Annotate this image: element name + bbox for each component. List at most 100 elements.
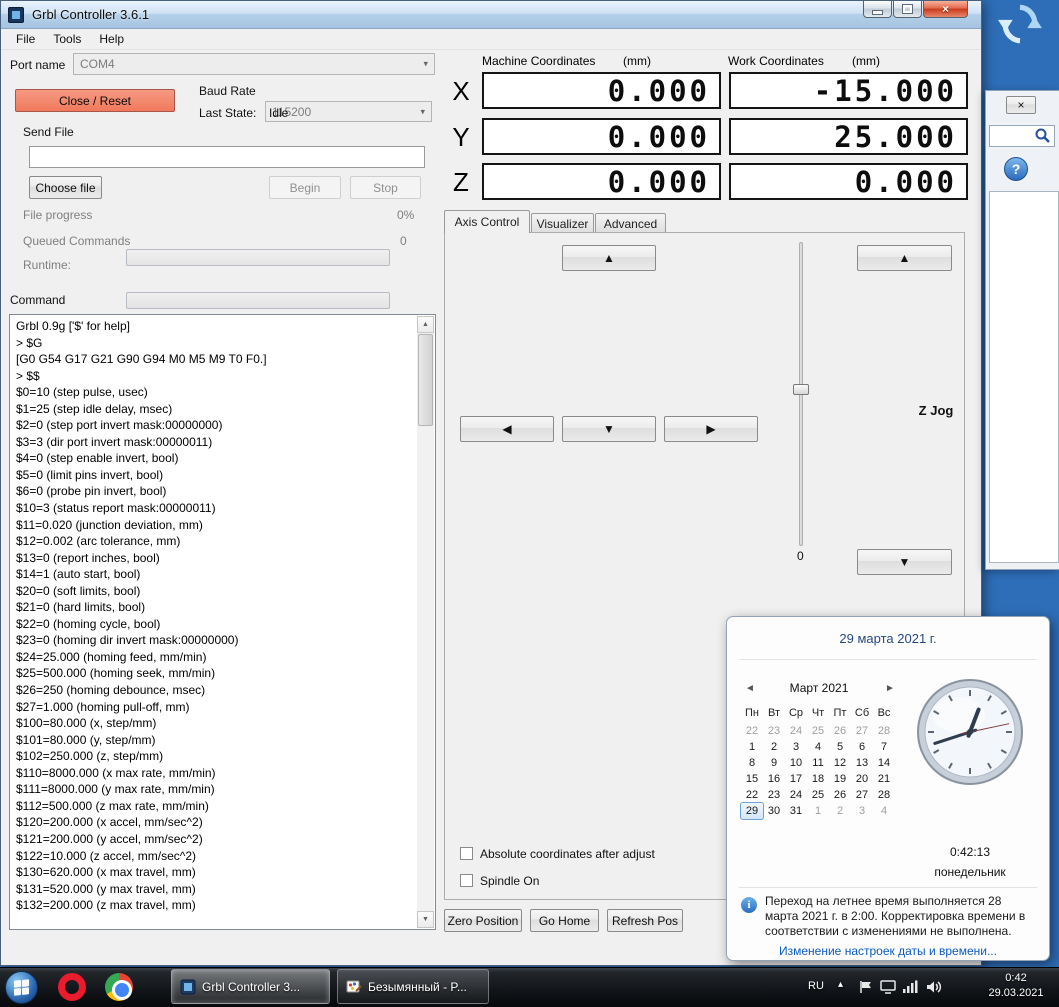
calendar-day[interactable]: 30 [763,803,785,819]
calendar-day[interactable]: 17 [785,771,807,787]
start-button[interactable] [5,971,38,1004]
maximize-button[interactable] [893,1,922,18]
zero-position-button[interactable]: Zero Position [444,909,522,932]
calendar-day[interactable]: 14 [873,755,895,771]
network-icon[interactable] [902,980,918,994]
calendar-day[interactable]: 28 [873,787,895,803]
spindle-on-checkbox[interactable] [460,874,473,887]
calendar-day[interactable]: 2 [829,803,851,819]
calendar-day[interactable]: 3 [851,803,873,819]
scroll-down-button[interactable]: ▼ [417,911,434,928]
absolute-coordinates-checkbox[interactable] [460,847,473,860]
scroll-thumb[interactable] [418,334,433,426]
tab-axis-control[interactable]: Axis Control [444,210,530,233]
action-center-flag-icon[interactable] [858,980,874,994]
jog-down-button[interactable]: ▼ [562,416,656,442]
stop-button[interactable]: Stop [350,176,421,199]
calendar-day[interactable]: 5 [829,739,851,755]
calendar-day[interactable]: 12 [829,755,851,771]
calendar-day[interactable]: 2 [763,739,785,755]
jog-left-button[interactable]: ◀ [460,416,554,442]
help-question-button[interactable]: ? [1004,157,1028,181]
calendar-day[interactable]: 22 [741,787,763,803]
calendar-day[interactable]: 25 [807,787,829,803]
console-line: $14=1 (auto start, bool) [16,567,141,582]
search-icon[interactable] [1034,127,1052,145]
calendar-day[interactable]: 23 [763,787,785,803]
taskbar-button-label: Безымянный - P... [368,979,467,994]
display-icon[interactable] [880,980,896,994]
calendar-day[interactable]: 9 [763,755,785,771]
calendar-day[interactable]: 1 [741,739,763,755]
calendar-day[interactable]: 19 [829,771,851,787]
calendar-day[interactable]: 21 [873,771,895,787]
calendar-day[interactable]: 3 [785,739,807,755]
calendar-day[interactable]: 28 [873,723,895,739]
calendar-day[interactable]: 4 [873,803,895,819]
hidden-icons-chevron[interactable]: ▴ [838,979,843,990]
calendar-prev-button[interactable]: ◄ [745,683,755,694]
menu-tools[interactable]: Tools [44,30,90,48]
port-combobox[interactable]: COM4 ▾ [73,53,435,75]
calendar-day[interactable]: 7 [873,739,895,755]
baud-rate-combobox[interactable]: 115200 ▾ [265,101,432,122]
taskbar-button-paint[interactable]: Безымянный - P... [337,969,489,1004]
calendar-day[interactable]: 18 [807,771,829,787]
calendar-day-selected[interactable]: 29 [740,802,764,820]
scroll-up-button[interactable]: ▲ [417,316,434,333]
calendar-day[interactable]: 13 [851,755,873,771]
close-button[interactable]: × [923,1,968,18]
tab-visualizer[interactable]: Visualizer [531,213,594,233]
z-jog-down-button[interactable]: ▼ [857,549,952,575]
calendar-day[interactable]: 6 [851,739,873,755]
calendar-day[interactable]: 22 [741,723,763,739]
close-reset-button[interactable]: Close / Reset [15,89,175,112]
calendar-day[interactable]: 15 [741,771,763,787]
change-datetime-link[interactable]: Изменение настроек даты и времени... [727,944,1049,958]
z-jog-slider-handle[interactable] [793,384,809,395]
console-log[interactable]: Grbl 0.9g ['$' for help] > $G [G0 G54 G17 … [9,314,436,930]
taskbar-button-grbl[interactable]: Grbl Controller 3... [171,969,330,1004]
choose-file-button[interactable]: Choose file [29,176,102,199]
refresh-pos-button[interactable]: Refresh Pos [607,909,683,932]
calendar-day[interactable]: 26 [829,787,851,803]
calendar-day[interactable]: 26 [829,723,851,739]
begin-button[interactable]: Begin [269,176,341,199]
window-titlebar[interactable]: Grbl Controller 3.6.1 [1,1,981,29]
console-scrollbar[interactable]: ▲ ▼ [417,316,434,928]
go-home-button[interactable]: Go Home [530,909,599,932]
calendar-day[interactable]: 4 [807,739,829,755]
opera-icon[interactable] [58,973,86,1001]
calendar-day[interactable]: 20 [851,771,873,787]
machine-coordinates-header: Machine Coordinates [482,54,596,68]
calendar-next-button[interactable]: ► [885,683,895,694]
calendar-day[interactable]: 11 [807,755,829,771]
help-close-button[interactable]: × [1006,96,1036,114]
calendar-day[interactable]: 27 [851,787,873,803]
calendar-day[interactable]: 8 [741,755,763,771]
jog-right-button[interactable]: ▶ [664,416,758,442]
calendar-day[interactable]: 25 [807,723,829,739]
calendar-day[interactable]: 10 [785,755,807,771]
calendar-day[interactable]: 24 [785,723,807,739]
calendar-day[interactable]: 16 [763,771,785,787]
recycle-arrows-icon[interactable] [994,1,1046,47]
menu-file[interactable]: File [7,30,44,48]
tray-clock[interactable]: 0:42 29.03.2021 [980,971,1052,1001]
filename-input[interactable] [29,146,425,168]
z-jog-up-button[interactable]: ▲ [857,245,952,271]
help-search-input[interactable] [990,127,1034,145]
language-indicator[interactable]: RU [808,980,824,992]
calendar-day[interactable]: 31 [785,803,807,819]
chrome-icon[interactable] [105,973,133,1001]
calendar-month-title[interactable]: Март 2021 [767,681,871,695]
tab-advanced[interactable]: Advanced [595,213,666,233]
calendar-day[interactable]: 23 [763,723,785,739]
volume-icon[interactable] [926,980,943,994]
jog-up-button[interactable]: ▲ [562,245,656,271]
calendar-day[interactable]: 24 [785,787,807,803]
calendar-day[interactable]: 1 [807,803,829,819]
menu-help[interactable]: Help [90,30,133,48]
calendar-day[interactable]: 27 [851,723,873,739]
minimize-button[interactable] [863,1,892,18]
